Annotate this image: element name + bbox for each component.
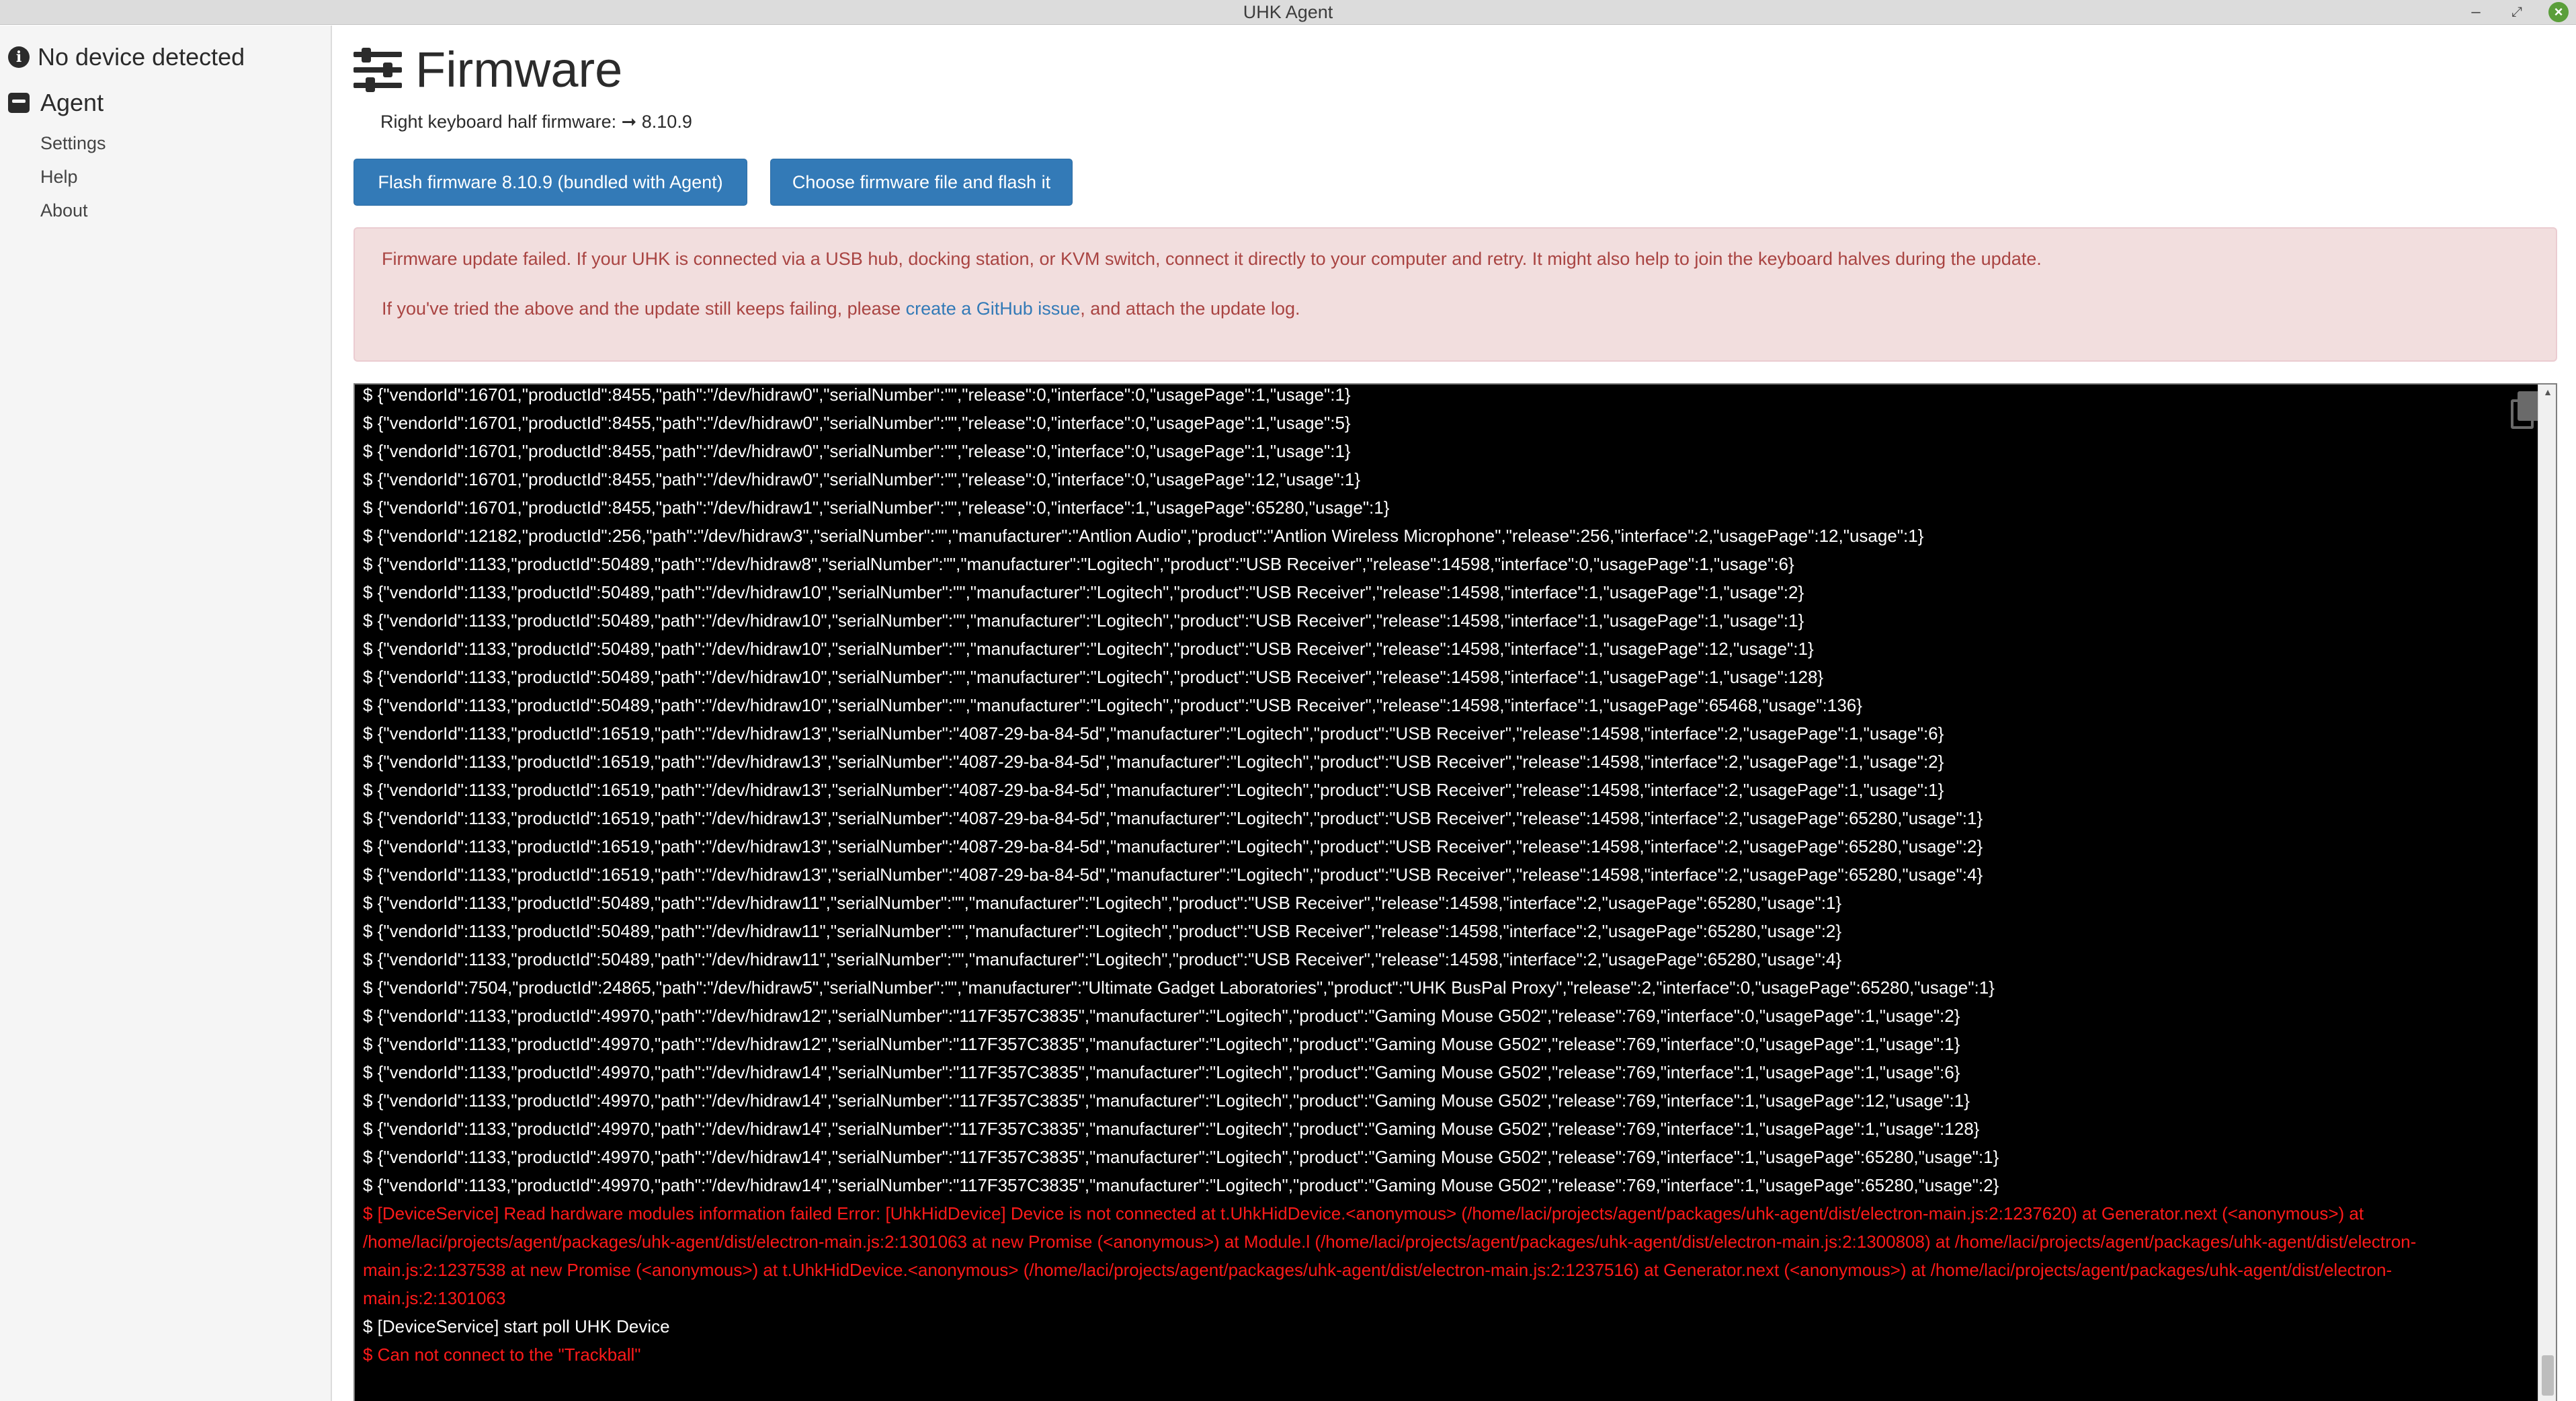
minimize-icon[interactable]: – [2466,2,2486,22]
log-line: $ {"vendorId":16701,"productId":8455,"pa… [363,497,1390,518]
log-line: $ {"vendorId":1133,"productId":49970,"pa… [363,1175,1999,1195]
log-line: $ {"vendorId":16701,"productId":8455,"pa… [363,413,1351,433]
device-status-label: No device detected [38,43,245,71]
agent-icon [8,93,30,113]
page-title: Firmware [415,42,623,97]
sidebar-item-settings[interactable]: Settings [40,133,106,154]
update-log-panel[interactable]: $ {"vendorId":16701,"productId":8455,"pa… [354,383,2557,1401]
scroll-down-icon[interactable]: ▼ [2538,1397,2556,1401]
sidebar-item-about[interactable]: About [40,200,88,221]
scrollbar-thumb[interactable] [2542,1355,2554,1396]
log-line: $ {"vendorId":1133,"productId":50489,"pa… [363,949,1842,969]
device-status-row[interactable]: i No device detected [8,43,245,71]
log-line: $ {"vendorId":1133,"productId":50489,"pa… [363,554,1794,574]
choose-firmware-file-button[interactable]: Choose firmware file and flash it [770,159,1073,206]
firmware-error-alert: Firmware update failed. If your UHK is c… [354,227,2557,362]
log-line: $ {"vendorId":1133,"productId":50489,"pa… [363,610,1804,631]
alert-help-after: , and attach the update log. [1080,298,1300,319]
window-titlebar: UHK Agent – ⤢ × [0,0,2576,25]
agent-label: Agent [40,89,104,116]
alert-help-text: If you've tried the above and the update… [382,298,1300,319]
log-line: $ {"vendorId":1133,"productId":49970,"pa… [363,1090,1970,1111]
log-line: $ {"vendorId":1133,"productId":49970,"pa… [363,1034,1960,1054]
log-scrollbar[interactable]: ▲ ▼ [2538,385,2556,1401]
firmware-version-text: Right keyboard half firmware: ➞ 8.10.9 [380,112,692,132]
log-line: $ {"vendorId":1133,"productId":50489,"pa… [363,582,1804,602]
log-line: $ {"vendorId":1133,"productId":16519,"pa… [363,808,1983,828]
log-line: $ {"vendorId":1133,"productId":49970,"pa… [363,1147,1999,1167]
close-icon[interactable]: × [2548,2,2569,22]
log-lines: $ {"vendorId":16701,"productId":8455,"pa… [363,385,2516,1369]
log-line: $ {"vendorId":1133,"productId":49970,"pa… [363,1119,1980,1139]
log-line: $ {"vendorId":1133,"productId":49970,"pa… [363,1062,1960,1082]
log-line: $ {"vendorId":1133,"productId":50489,"pa… [363,639,1814,659]
log-line: $ {"vendorId":16701,"productId":8455,"pa… [363,441,1351,461]
agent-section-header[interactable]: Agent [8,89,103,117]
log-line-error: $ [DeviceService] Read hardware modules … [363,1203,2417,1308]
sidebar: i No device detected Agent Settings Help… [0,26,332,1401]
log-line: $ {"vendorId":1133,"productId":50489,"pa… [363,893,1842,913]
maximize-icon[interactable]: ⤢ [2507,2,2527,22]
log-line: $ {"vendorId":7504,"productId":24865,"pa… [363,977,1995,998]
log-line: $ {"vendorId":1133,"productId":50489,"pa… [363,921,1842,941]
log-line: $ {"vendorId":1133,"productId":50489,"pa… [363,695,1862,715]
log-line: $ {"vendorId":1133,"productId":16519,"pa… [363,836,1983,856]
alert-message: Firmware update failed. If your UHK is c… [382,249,2042,269]
window-title: UHK Agent [1243,2,1333,22]
scroll-up-icon[interactable]: ▲ [2538,385,2556,399]
log-line: $ {"vendorId":1133,"productId":49970,"pa… [363,1006,1960,1026]
sidebar-item-help[interactable]: Help [40,167,78,188]
log-line: $ {"vendorId":16701,"productId":8455,"pa… [363,469,1361,489]
log-line: $ {"vendorId":12182,"productId":256,"pat… [363,526,1924,546]
log-line-error: $ Can not connect to the "Trackball" [363,1345,641,1365]
log-line: $ {"vendorId":1133,"productId":16519,"pa… [363,780,1944,800]
log-line: $ {"vendorId":1133,"productId":16519,"pa… [363,865,1983,885]
page-header: Firmware [354,43,622,97]
flash-bundled-firmware-button[interactable]: Flash firmware 8.10.9 (bundled with Agen… [354,159,747,206]
log-line: $ {"vendorId":16701,"productId":8455,"pa… [363,385,1351,405]
log-line: $ [DeviceService] start poll UHK Device [363,1316,670,1336]
alert-help-before: If you've tried the above and the update… [382,298,906,319]
github-issue-link[interactable]: create a GitHub issue [906,298,1081,319]
log-line: $ {"vendorId":1133,"productId":16519,"pa… [363,723,1944,744]
main-content: Firmware Right keyboard half firmware: ➞… [333,26,2576,1401]
sliders-icon [354,48,402,92]
log-line: $ {"vendorId":1133,"productId":16519,"pa… [363,752,1944,772]
info-icon: i [8,46,30,68]
log-line: $ {"vendorId":1133,"productId":50489,"pa… [363,667,1824,687]
